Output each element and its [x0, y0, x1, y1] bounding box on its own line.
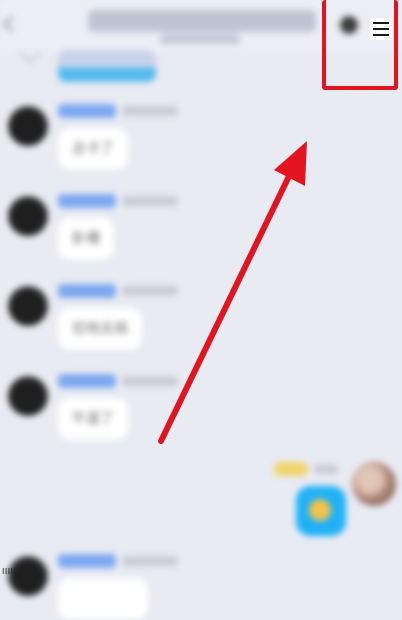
- sender-name: [58, 194, 116, 208]
- sender-name: [58, 374, 116, 388]
- sender-name: [58, 284, 116, 298]
- sender-name: [58, 104, 116, 118]
- chat-title: [88, 10, 316, 32]
- message-time: [122, 196, 178, 206]
- message-bubble[interactable]: 牛逼了: [58, 398, 128, 440]
- sender-name: [58, 554, 116, 568]
- message-row: 牛逼了: [0, 370, 402, 450]
- message-bubble[interactable]: 怼他去搞: [58, 308, 142, 350]
- message-time: [122, 106, 178, 116]
- avatar[interactable]: [8, 286, 48, 326]
- message-bubble[interactable]: 卧槽: [58, 218, 114, 260]
- message-time: [122, 556, 178, 566]
- message-bubble[interactable]: 总卡了: [58, 128, 128, 170]
- corner-label: IIIIlZr: [2, 567, 26, 576]
- avatar[interactable]: [8, 376, 48, 416]
- message-bubble-partial[interactable]: [58, 50, 156, 82]
- chevron-left-icon[interactable]: [3, 15, 21, 33]
- annotation-highlight-box: [322, 0, 398, 90]
- message-time: [314, 464, 338, 474]
- avatar[interactable]: [8, 196, 48, 236]
- message-row: 总卡了: [0, 100, 402, 180]
- emoji-icon: [309, 499, 331, 521]
- message-time: [122, 286, 178, 296]
- message-row: 怼他去搞: [0, 280, 402, 360]
- message-bubble-partial[interactable]: [58, 578, 148, 620]
- message-row: [0, 550, 402, 620]
- avatar[interactable]: [352, 462, 396, 506]
- sender-badge: [274, 462, 308, 476]
- message-row: 卧槽: [0, 190, 402, 270]
- avatar[interactable]: [8, 106, 48, 146]
- message-time: [122, 376, 178, 386]
- avatar[interactable]: [8, 556, 48, 596]
- chat-subtitle: [160, 34, 240, 44]
